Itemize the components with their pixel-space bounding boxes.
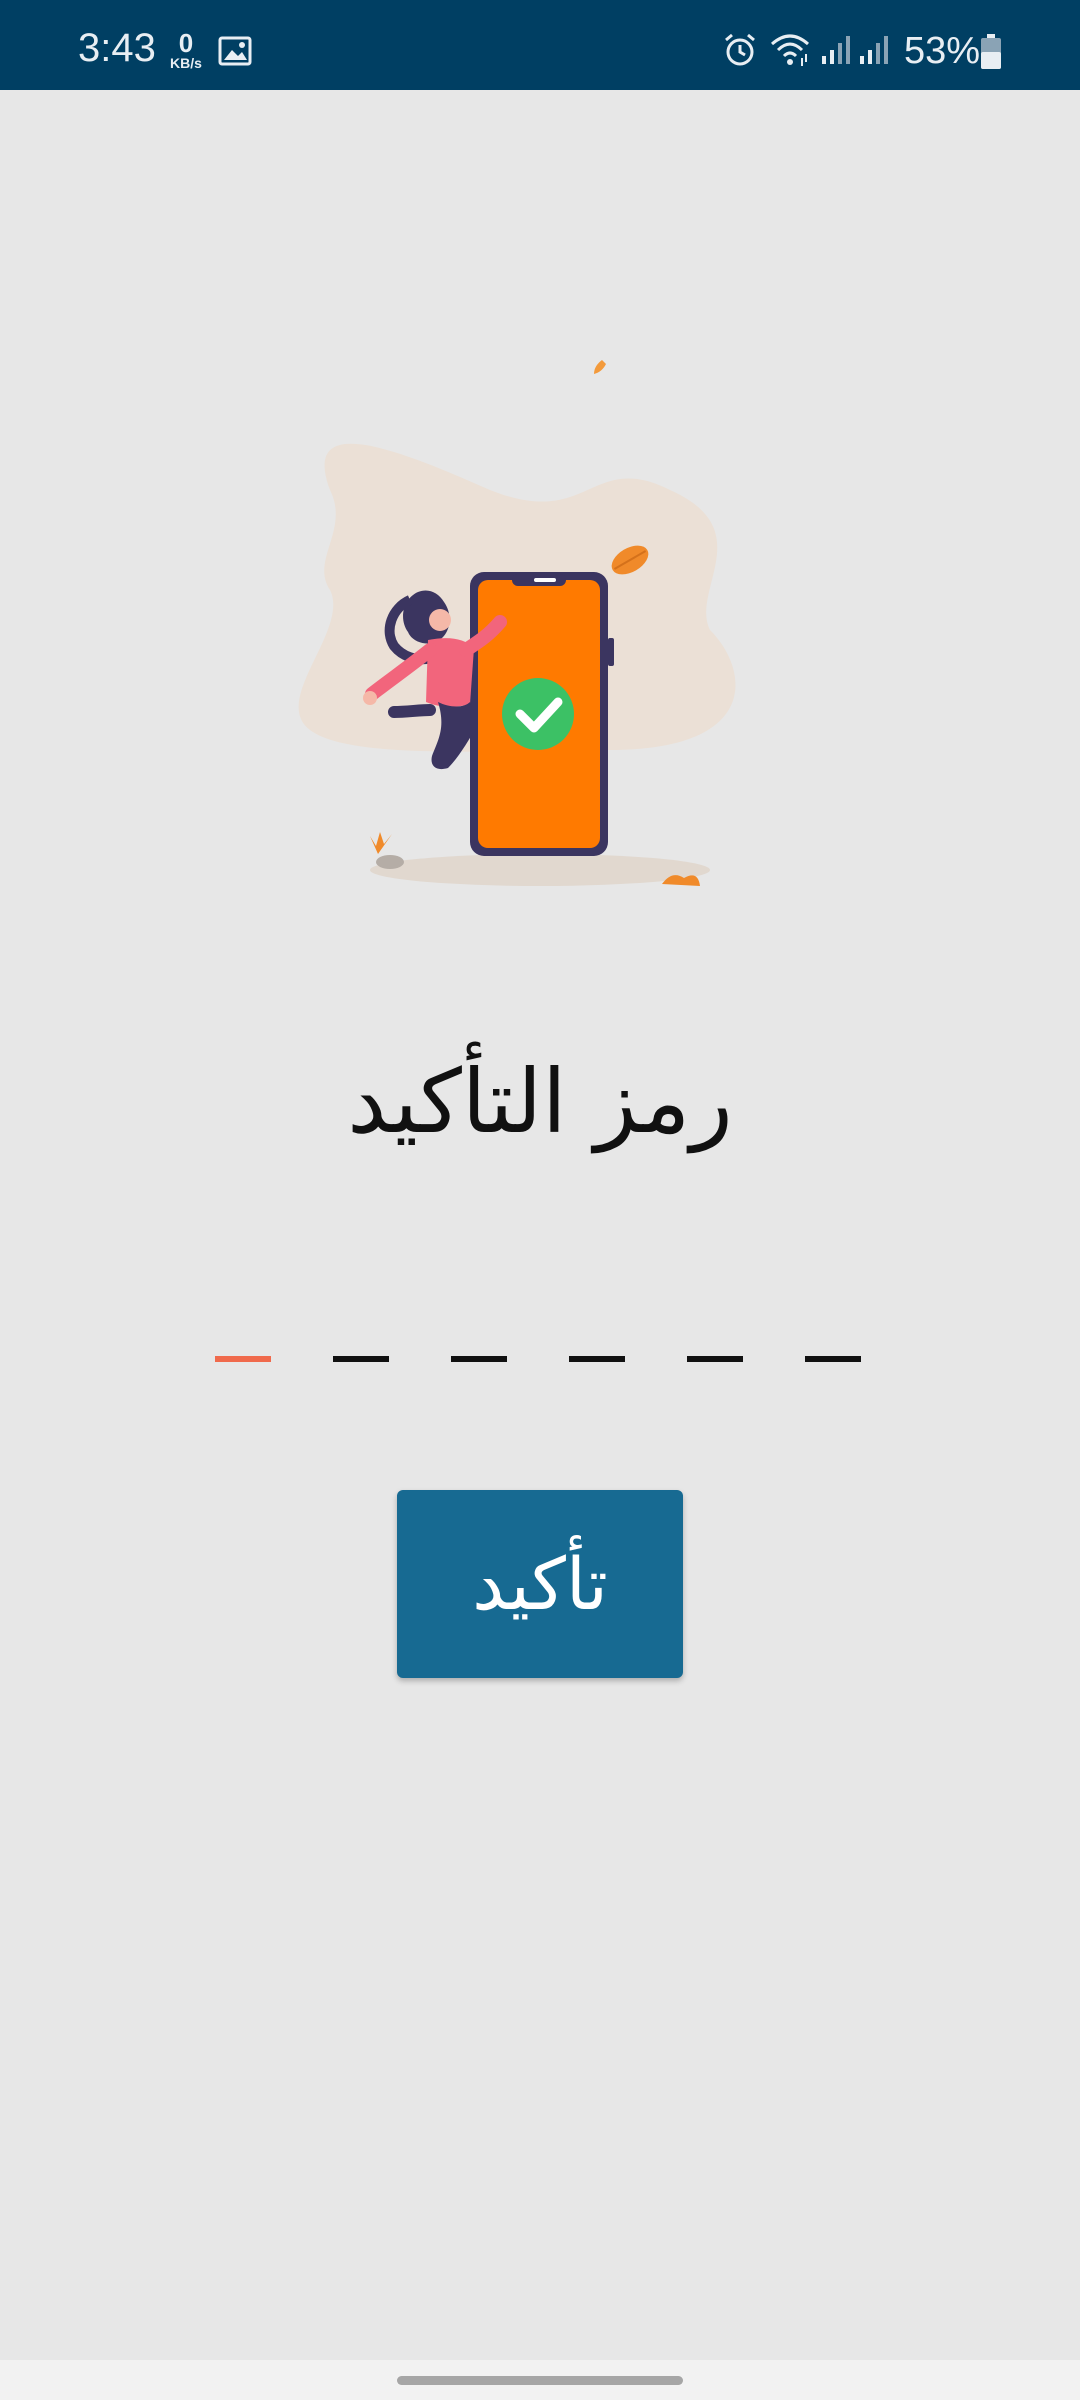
verification-code-input[interactable] xyxy=(215,1356,865,1368)
check-icon xyxy=(502,678,574,750)
wifi-icon xyxy=(768,32,812,72)
network-speed-value: 0 xyxy=(178,28,194,58)
battery-percent: 53% xyxy=(904,30,981,72)
code-digit-slot[interactable] xyxy=(333,1356,389,1362)
code-digit-slot[interactable] xyxy=(451,1356,507,1362)
confirm-button[interactable]: تأكيد xyxy=(397,1490,683,1678)
code-digit-slot[interactable] xyxy=(215,1356,271,1362)
code-digit-slot[interactable] xyxy=(687,1356,743,1362)
network-speed: 0 KB/s xyxy=(162,30,210,70)
signal-icon xyxy=(858,34,890,70)
status-bar: 3:43 0 KB/s 53% xyxy=(0,0,1080,90)
verification-illustration xyxy=(290,350,790,910)
code-digit-slot[interactable] xyxy=(569,1356,625,1362)
home-indicator[interactable] xyxy=(397,2376,683,2385)
battery-icon xyxy=(980,34,1002,74)
code-digit-slot[interactable] xyxy=(805,1356,861,1362)
status-time: 3:43 xyxy=(78,26,156,70)
network-speed-unit: KB/s xyxy=(170,55,202,71)
alarm-icon xyxy=(722,32,758,72)
page-title: رمز التأكيد xyxy=(347,1050,733,1153)
image-icon xyxy=(218,36,252,70)
signal-icon xyxy=(820,34,852,70)
